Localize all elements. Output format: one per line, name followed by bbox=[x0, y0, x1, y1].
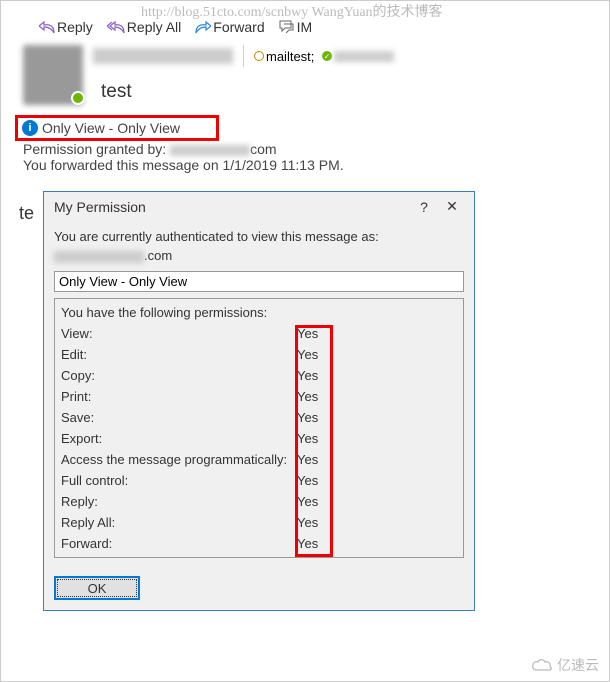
permission-label: Copy: bbox=[61, 365, 297, 386]
permission-row: Copy:Yes bbox=[61, 365, 457, 386]
auth-email: .com bbox=[54, 248, 464, 263]
permission-label: Forward: bbox=[61, 533, 297, 554]
auth-line: You are currently authenticated to view … bbox=[54, 229, 464, 244]
permission-row: Export:Yes bbox=[61, 428, 457, 449]
message-meta: Permission granted by: com You forwarded… bbox=[1, 141, 609, 173]
close-button[interactable]: ✕ bbox=[438, 198, 466, 215]
recipient-2-redacted bbox=[334, 51, 394, 62]
message-subject: test bbox=[101, 81, 599, 103]
permission-label: Print: bbox=[61, 386, 297, 407]
permission-label: Edit: bbox=[61, 344, 297, 365]
reply-all-button[interactable]: Reply All bbox=[107, 19, 181, 35]
im-label: IM bbox=[297, 19, 313, 35]
permission-value: Yes bbox=[297, 470, 323, 491]
permissions-table: You have the following permissions: View… bbox=[54, 298, 464, 558]
permission-label: Reply All: bbox=[61, 512, 297, 533]
forwarded-line: You forwarded this message on 1/1/2019 1… bbox=[23, 157, 599, 173]
forward-label: Forward bbox=[213, 19, 264, 35]
permission-row: Reply:Yes bbox=[61, 491, 457, 512]
permission-label: Reply: bbox=[61, 491, 297, 512]
forward-button[interactable]: Forward bbox=[195, 19, 264, 35]
reply-all-icon bbox=[107, 20, 125, 34]
permission-row: Edit:Yes bbox=[61, 344, 457, 365]
sender-avatar bbox=[23, 45, 83, 105]
reply-icon bbox=[39, 20, 55, 34]
permission-label: View: bbox=[61, 323, 297, 344]
my-permission-dialog: My Permission ? ✕ You are currently auth… bbox=[43, 191, 475, 611]
permission-banner[interactable]: i Only View - Only View bbox=[15, 115, 219, 141]
permission-value: Yes bbox=[297, 449, 323, 470]
dialog-title: My Permission bbox=[54, 199, 410, 215]
permission-banner-text: Only View - Only View bbox=[42, 120, 180, 136]
permission-value: Yes bbox=[297, 365, 323, 386]
message-header: mailtest; ✓ test bbox=[1, 41, 609, 109]
help-button[interactable]: ? bbox=[410, 199, 438, 215]
permission-label: Access the message programmatically: bbox=[61, 449, 297, 470]
cloud-icon bbox=[531, 658, 553, 672]
presence-away-icon bbox=[254, 51, 264, 61]
permission-row: View:Yes bbox=[61, 323, 457, 344]
im-icon bbox=[279, 20, 295, 34]
message-toolbar: Reply Reply All Forward IM bbox=[1, 1, 609, 41]
permission-value: Yes bbox=[297, 386, 323, 407]
presence-available-icon: ✓ bbox=[322, 51, 332, 61]
reply-all-label: Reply All bbox=[127, 19, 181, 35]
recipients-line: mailtest; ✓ bbox=[254, 49, 394, 64]
ok-button[interactable]: OK bbox=[54, 576, 140, 600]
dialog-body: You are currently authenticated to view … bbox=[44, 229, 474, 568]
sender-name bbox=[93, 48, 233, 64]
dialog-footer: OK bbox=[44, 568, 474, 610]
forward-icon bbox=[195, 20, 211, 34]
permission-row: Print:Yes bbox=[61, 386, 457, 407]
permission-value: Yes bbox=[297, 344, 323, 365]
permission-label: Full control: bbox=[61, 470, 297, 491]
permission-row: Reply All:Yes bbox=[61, 512, 457, 533]
info-icon: i bbox=[22, 120, 38, 136]
permission-granted-line: Permission granted by: com bbox=[23, 141, 599, 157]
permission-label: Export: bbox=[61, 428, 297, 449]
presence-indicator bbox=[71, 91, 85, 105]
watermark-logo: 亿速云 bbox=[531, 655, 599, 675]
permission-row: Access the message programmatically:Yes bbox=[61, 449, 457, 470]
reply-button[interactable]: Reply bbox=[39, 19, 93, 35]
permission-value: Yes bbox=[297, 491, 323, 512]
recipient-1: mailtest; bbox=[266, 49, 314, 64]
permission-value: Yes bbox=[297, 533, 323, 554]
permission-value: Yes bbox=[297, 407, 323, 428]
permission-row: Save:Yes bbox=[61, 407, 457, 428]
permission-row: Forward:Yes bbox=[61, 533, 457, 554]
separator bbox=[243, 45, 244, 67]
permission-row: Full control:Yes bbox=[61, 470, 457, 491]
im-button[interactable]: IM bbox=[279, 19, 313, 35]
permission-value: Yes bbox=[297, 428, 323, 449]
permission-value: Yes bbox=[297, 512, 323, 533]
permission-value: Yes bbox=[297, 323, 323, 344]
permissions-header: You have the following permissions: bbox=[61, 302, 457, 323]
template-input[interactable] bbox=[54, 271, 464, 292]
dialog-titlebar: My Permission ? ✕ bbox=[44, 192, 474, 225]
reply-label: Reply bbox=[57, 19, 93, 35]
permission-label: Save: bbox=[61, 407, 297, 428]
